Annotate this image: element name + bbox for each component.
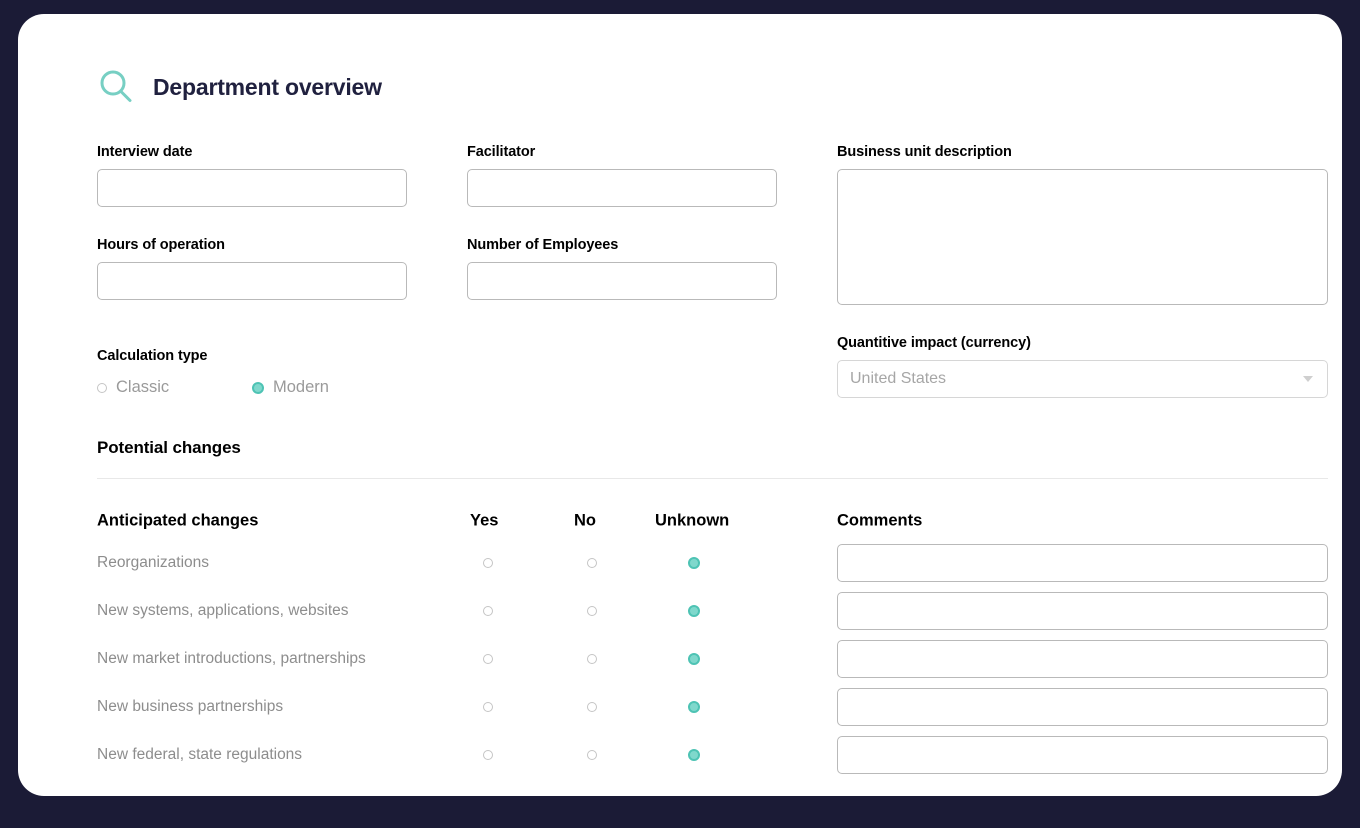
column-header-yes: Yes: [470, 512, 498, 531]
radio-option-modern[interactable]: Modern: [252, 378, 329, 397]
row-label: New market introductions, partnerships: [97, 650, 366, 668]
radio-no[interactable]: [585, 606, 599, 616]
field-number-of-employees: Number of Employees: [467, 237, 777, 300]
select-currency[interactable]: United States: [837, 360, 1328, 398]
field-business-unit-description: Business unit description: [837, 144, 1328, 305]
label-calculation-type: Calculation type: [97, 348, 497, 364]
radio-unknown[interactable]: [687, 701, 701, 713]
page-header: Department overview: [97, 68, 382, 106]
label-interview-date: Interview date: [97, 144, 407, 160]
radio-no[interactable]: [585, 702, 599, 712]
row-label: New federal, state regulations: [97, 746, 302, 764]
input-comment[interactable]: [837, 736, 1328, 774]
radio-label-classic: Classic: [116, 378, 169, 397]
radio-yes[interactable]: [481, 654, 495, 664]
label-facilitator: Facilitator: [467, 144, 777, 160]
column-header-no: No: [574, 512, 596, 531]
anticipated-changes-table: Anticipated changes Yes No Unknown Comme…: [97, 503, 1328, 779]
chevron-down-icon[interactable]: [1303, 376, 1313, 382]
radio-yes[interactable]: [481, 606, 495, 616]
field-facilitator: Facilitator: [467, 144, 777, 207]
radio-unknown[interactable]: [687, 605, 701, 617]
textarea-business-unit-description[interactable]: [837, 169, 1328, 305]
radio-no[interactable]: [585, 750, 599, 760]
column-header-anticipated-changes: Anticipated changes: [97, 512, 258, 531]
radio-classic-icon[interactable]: [97, 383, 107, 393]
table-row: Reorganizations: [97, 539, 1328, 587]
comment-cell: [837, 688, 1328, 726]
table-header-row: Anticipated changes Yes No Unknown Comme…: [97, 503, 1328, 539]
radio-unknown[interactable]: [687, 557, 701, 569]
input-facilitator[interactable]: [467, 169, 777, 207]
table-row: New federal, state regulations: [97, 731, 1328, 779]
page-title: Department overview: [153, 74, 382, 101]
label-quantitive-impact-currency: Quantitive impact (currency): [837, 335, 1328, 351]
table-row: New business partnerships: [97, 683, 1328, 731]
comment-cell: [837, 736, 1328, 774]
row-label: New systems, applications, websites: [97, 602, 349, 620]
input-interview-date[interactable]: [97, 169, 407, 207]
search-icon: [97, 68, 135, 106]
field-hours-of-operation: Hours of operation: [97, 237, 407, 300]
radio-modern-icon[interactable]: [252, 382, 264, 394]
column-header-unknown: Unknown: [655, 512, 729, 531]
radio-option-classic[interactable]: Classic: [97, 378, 252, 397]
column-header-comments: Comments: [837, 512, 1328, 531]
radio-unknown[interactable]: [687, 653, 701, 665]
input-comment[interactable]: [837, 688, 1328, 726]
field-quantitive-impact-currency: Quantitive impact (currency) United Stat…: [837, 335, 1328, 398]
label-business-unit-description: Business unit description: [837, 144, 1328, 160]
row-label: New business partnerships: [97, 698, 283, 716]
comment-cell: [837, 592, 1328, 630]
input-comment[interactable]: [837, 544, 1328, 582]
label-number-of-employees: Number of Employees: [467, 237, 777, 253]
radio-no[interactable]: [585, 558, 599, 568]
row-label: Reorganizations: [97, 554, 209, 572]
radio-yes[interactable]: [481, 702, 495, 712]
radio-no[interactable]: [585, 654, 599, 664]
select-currency-value: United States: [850, 370, 946, 388]
radio-yes[interactable]: [481, 750, 495, 760]
table-row: New market introductions, partnerships: [97, 635, 1328, 683]
comment-cell: [837, 640, 1328, 678]
input-comment[interactable]: [837, 592, 1328, 630]
label-hours-of-operation: Hours of operation: [97, 237, 407, 253]
section-title-potential-changes: Potential changes: [97, 438, 241, 458]
calculation-type-group: Calculation type Classic Modern: [97, 348, 497, 397]
field-interview-date: Interview date: [97, 144, 407, 207]
radio-unknown[interactable]: [687, 749, 701, 761]
input-comment[interactable]: [837, 640, 1328, 678]
table-row: New systems, applications, websites: [97, 587, 1328, 635]
overview-card: Department overview Interview date Hours…: [18, 14, 1342, 796]
section-divider: [97, 478, 1328, 479]
radio-label-modern: Modern: [273, 378, 329, 397]
radio-yes[interactable]: [481, 558, 495, 568]
comment-cell: [837, 544, 1328, 582]
input-hours-of-operation[interactable]: [97, 262, 407, 300]
input-number-of-employees[interactable]: [467, 262, 777, 300]
